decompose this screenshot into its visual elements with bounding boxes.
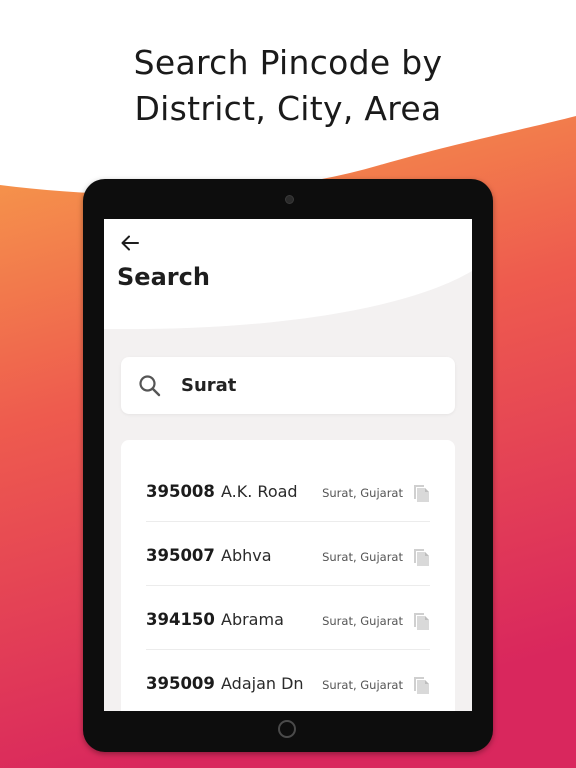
location-text: Surat, Gujarat xyxy=(322,614,403,628)
area-name: Abhva xyxy=(221,546,272,565)
arrow-left-icon[interactable] xyxy=(116,229,144,257)
area-name: Adajan Dn xyxy=(221,674,304,693)
copy-icon[interactable] xyxy=(412,674,430,694)
search-bar[interactable] xyxy=(121,357,455,414)
headline-line-1: Search Pincode by xyxy=(133,43,443,82)
location-text: Surat, Gujarat xyxy=(322,550,403,564)
pincode-text: 395007 xyxy=(146,546,215,565)
list-item[interactable]: 395007 Abhva Surat, Gujarat xyxy=(146,522,430,586)
location-text: Surat, Gujarat xyxy=(322,678,403,692)
copy-icon[interactable] xyxy=(412,482,430,502)
pincode-text: 394150 xyxy=(146,610,215,629)
list-item[interactable]: 395008 A.K. Road Surat, Gujarat xyxy=(146,458,430,522)
area-name: A.K. Road xyxy=(221,482,298,501)
headline-line-2: District, City, Area xyxy=(134,89,442,128)
home-button[interactable] xyxy=(278,720,296,738)
list-item[interactable]: 395009 Adajan Dn Surat, Gujarat xyxy=(146,650,430,711)
magnifier-icon xyxy=(139,375,161,397)
app-screen: Search 395008 A.K. Road Surat, Gujarat 3… xyxy=(104,219,472,711)
area-name: Abrama xyxy=(221,610,284,629)
search-input[interactable] xyxy=(181,369,441,402)
pincode-text: 395009 xyxy=(146,674,215,693)
copy-icon[interactable] xyxy=(412,610,430,630)
page-title: Search xyxy=(117,263,210,291)
copy-icon[interactable] xyxy=(412,546,430,566)
location-text: Surat, Gujarat xyxy=(322,486,403,500)
headline: Search Pincode by District, City, Area xyxy=(0,40,576,132)
results-list: 395008 A.K. Road Surat, Gujarat 395007 A… xyxy=(121,440,455,711)
camera-icon xyxy=(285,195,294,204)
list-item[interactable]: 394150 Abrama Surat, Gujarat xyxy=(146,586,430,650)
pincode-text: 395008 xyxy=(146,482,215,501)
